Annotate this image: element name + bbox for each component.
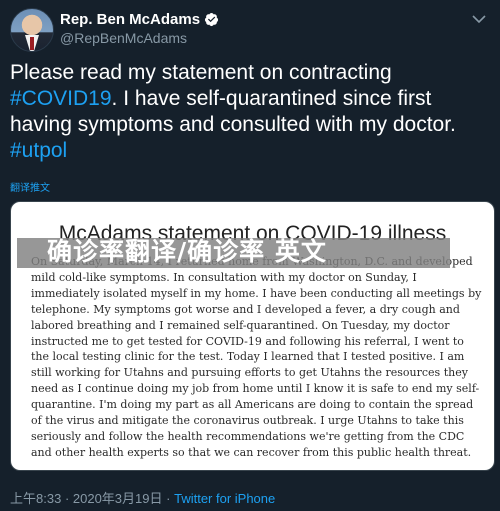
translate-tweet-link[interactable]: 翻译推文 <box>10 179 50 194</box>
tweet-footer: 上午8:33 · 2020年3月19日 · Twitter for iPhone <box>10 488 275 507</box>
statement-body: On Saturday, March 14, I returned home f… <box>31 255 482 459</box>
chevron-down-icon[interactable] <box>472 14 486 24</box>
tweet: Rep. Ben McAdams @RepBenMcAdams Please r… <box>0 0 500 511</box>
author-handle[interactable]: @RepBenMcAdams <box>60 30 187 46</box>
tweet-time[interactable]: 上午8:33 <box>10 491 61 506</box>
author-name-row[interactable]: Rep. Ben McAdams <box>60 11 219 28</box>
avatar[interactable] <box>10 8 54 52</box>
avatar-tie <box>30 37 34 50</box>
author-name[interactable]: Rep. Ben McAdams <box>60 11 200 28</box>
hashtag-utpol[interactable]: #utpol <box>10 139 67 162</box>
tweet-source-link[interactable]: Twitter for iPhone <box>174 491 275 506</box>
tweet-header: Rep. Ben McAdams @RepBenMcAdams <box>10 8 490 52</box>
tweet-text-part: Please read my statement on contracting <box>10 61 392 84</box>
tweet-date[interactable]: 2020年3月19日 <box>73 491 163 506</box>
separator: · <box>166 491 175 506</box>
separator: · <box>64 491 73 506</box>
watermark-text: 确诊率翻译/确诊率 英文 <box>47 237 327 266</box>
verified-badge-icon <box>204 12 219 27</box>
hashtag-covid19[interactable]: #COVID19 <box>10 87 112 110</box>
tweet-text: Please read my statement on contracting … <box>10 60 490 164</box>
